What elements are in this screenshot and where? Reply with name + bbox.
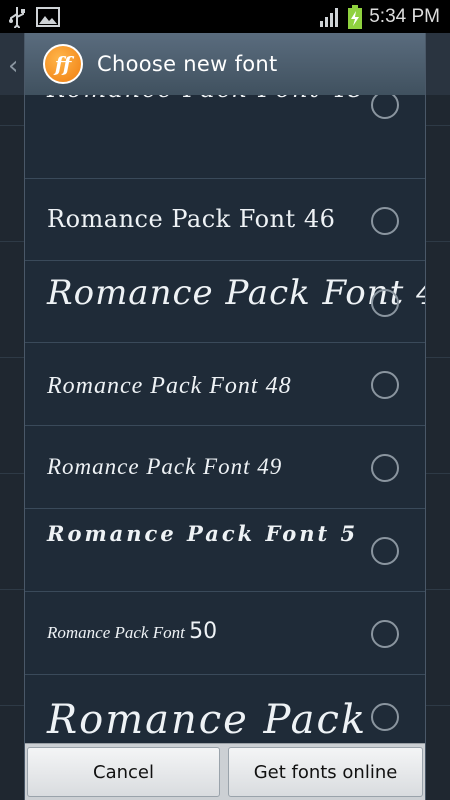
radio-button[interactable] xyxy=(371,454,399,482)
font-label: Romance Pack Font 48 xyxy=(47,373,292,399)
get-fonts-online-button[interactable]: Get fonts online xyxy=(228,747,423,797)
font-label-prefix: Romance Pack Font xyxy=(47,623,185,642)
font-label: Romance Pack Font 46 xyxy=(47,205,336,233)
list-item[interactable]: Romance Pack xyxy=(25,675,425,743)
list-item[interactable]: Romance Pack Font 50 xyxy=(25,592,425,675)
list-item[interactable]: Romance Pack Font 48 xyxy=(25,343,425,426)
usb-icon xyxy=(9,6,25,28)
radio-button[interactable] xyxy=(371,620,399,648)
radio-button[interactable] xyxy=(371,537,399,565)
radio-button[interactable] xyxy=(371,371,399,399)
status-bar: 5:34 PM xyxy=(0,0,450,33)
radio-button[interactable] xyxy=(371,207,399,235)
font-label: Romance Pack xyxy=(47,697,368,743)
signal-icon xyxy=(320,7,339,27)
back-icon: ‹ xyxy=(8,51,19,81)
list-item[interactable]: Romance Pack Font 45 xyxy=(25,95,425,179)
status-time: 5:34 PM xyxy=(369,5,440,27)
app-logo-icon: ff xyxy=(43,44,83,84)
font-label: Romance Pack Font 5 xyxy=(47,521,359,546)
choose-font-dialog: ff Choose new font Romance Pack Font 45 … xyxy=(24,33,426,800)
battery-charging-icon xyxy=(348,4,363,29)
font-label: Romance Pack Font 49 xyxy=(47,454,283,479)
logo-text: ff xyxy=(54,52,72,76)
dialog-button-bar: Cancel Get fonts online xyxy=(25,743,425,800)
radio-button[interactable] xyxy=(371,703,399,731)
font-label: Romance Pack Font 47 xyxy=(47,273,425,313)
radio-button[interactable] xyxy=(371,289,399,317)
font-label-number: 50 xyxy=(189,619,218,644)
font-list[interactable]: Romance Pack Font 45 Romance Pack Font 4… xyxy=(25,95,425,743)
cancel-button[interactable]: Cancel xyxy=(27,747,220,797)
radio-button[interactable] xyxy=(371,95,399,119)
font-label: Romance Pack Font 50 xyxy=(47,619,217,644)
list-item[interactable]: Romance Pack Font 49 xyxy=(25,426,425,509)
list-item[interactable]: Romance Pack Font 5 xyxy=(25,509,425,592)
list-item[interactable]: Romance Pack Font 46 xyxy=(25,179,425,261)
dialog-title: Choose new font xyxy=(97,52,278,76)
list-item[interactable]: Romance Pack Font 47 xyxy=(25,261,425,343)
image-icon xyxy=(36,6,60,27)
dialog-title-bar: ff Choose new font xyxy=(25,33,425,95)
font-label: Romance Pack Font 45 xyxy=(47,95,365,103)
